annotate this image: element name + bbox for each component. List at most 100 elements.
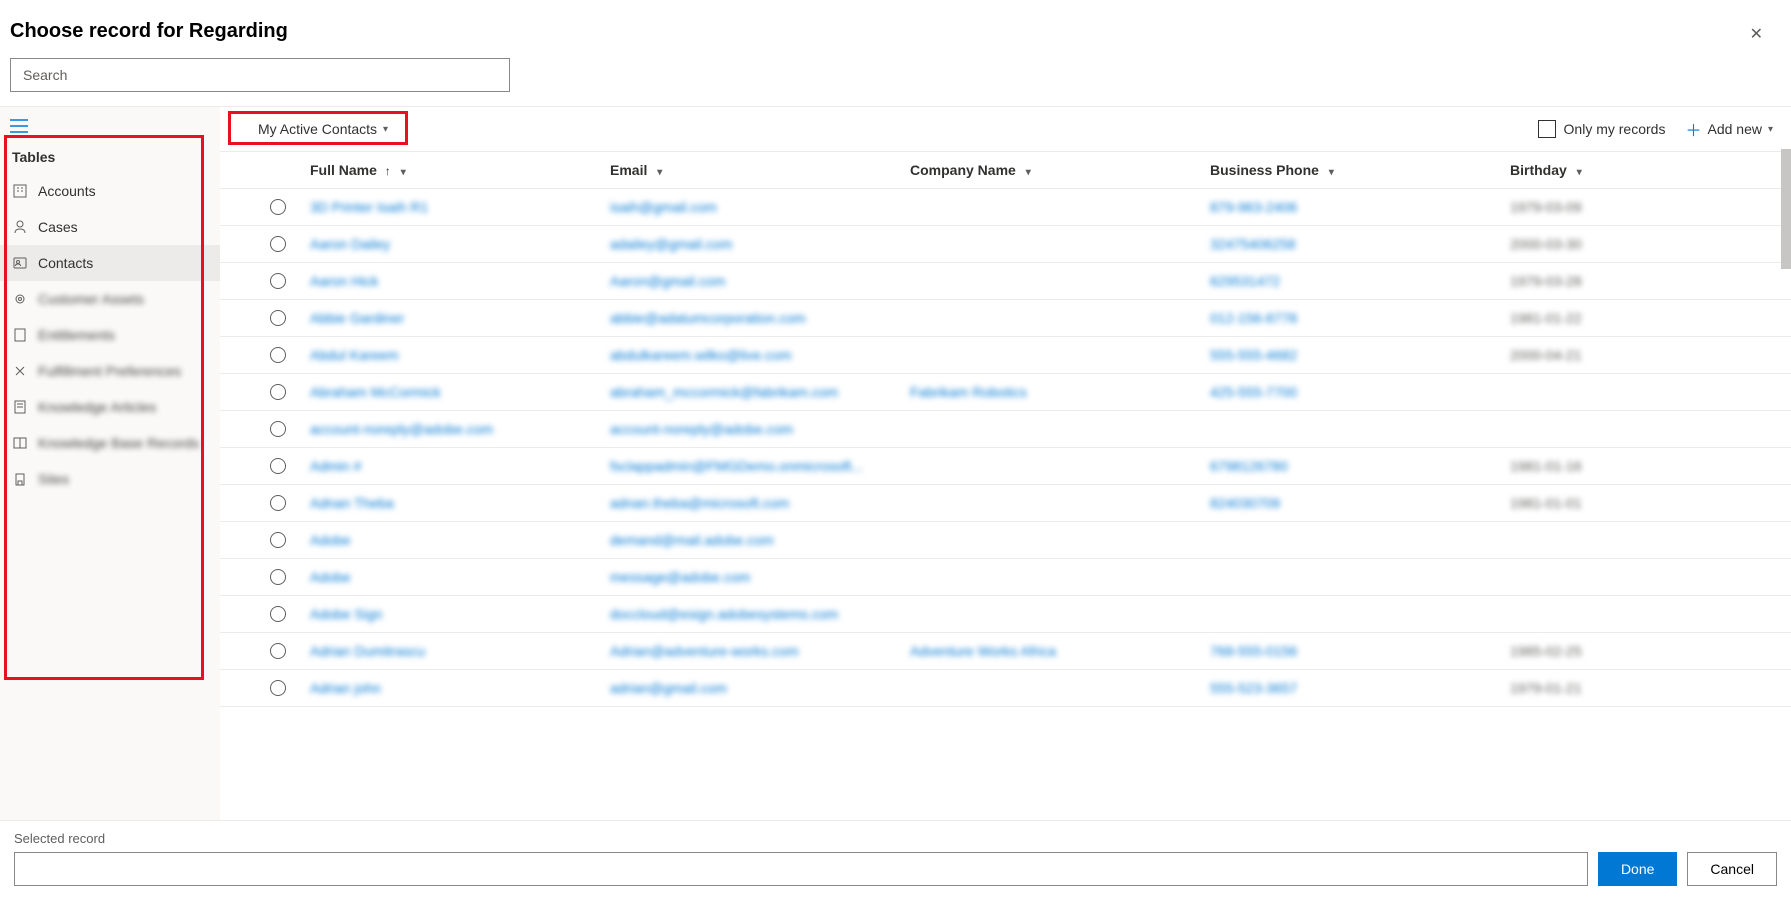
cell-email[interactable]: adrian@gmail.com — [610, 680, 727, 696]
cell-email[interactable]: abbie@adatumcorporation.com — [610, 310, 806, 326]
table-row[interactable]: Adobe message@adobe.com — [220, 559, 1791, 596]
cell-phone[interactable]: 768-555-0156 — [1210, 643, 1297, 659]
person-icon — [12, 219, 28, 235]
selected-record-input[interactable] — [14, 852, 1588, 886]
table-row[interactable]: Adobe Sign doccloud@esign.adobesystems.co… — [220, 596, 1791, 633]
sidebar-item-knowledge-base-records[interactable]: Knowledge Base Records — [0, 425, 220, 461]
column-header-email[interactable]: Email ▾ — [610, 162, 910, 178]
cell-fullname[interactable]: Adobe — [310, 569, 350, 585]
cell-email[interactable]: doccloud@esign.adobesystems.com — [610, 606, 838, 622]
table-row[interactable]: Adnan Theba adnan.theba@microsoft.com 8240… — [220, 485, 1791, 522]
cell-company[interactable]: Adventure Works Africa — [910, 643, 1056, 659]
sidebar-item-contacts[interactable]: Contacts — [0, 245, 220, 281]
sidebar-item-knowledge-articles[interactable]: Knowledge Articles — [0, 389, 220, 425]
table-row[interactable]: Adobe demand@mail.adobe.com — [220, 522, 1791, 559]
table-row[interactable]: Aaron Dailey adailey@gmail.com 32475406258… — [220, 226, 1791, 263]
cell-fullname[interactable]: Admin # — [310, 458, 361, 474]
cell-phone[interactable]: 555-555-4682 — [1210, 347, 1297, 363]
cell-email[interactable]: adailey@gmail.com — [610, 236, 732, 252]
cell-fullname[interactable]: Abbie Gardiner — [310, 310, 404, 326]
sidebar-item-fulfillment-preferences[interactable]: Fulfillment Preferences — [0, 353, 220, 389]
cancel-button[interactable]: Cancel — [1687, 852, 1777, 886]
cell-company[interactable]: Fabrikam Robotics — [910, 384, 1027, 400]
row-radio[interactable] — [270, 273, 286, 289]
table-row[interactable]: 3D Printer Isaih R1 isaih@gmail.com 879-96… — [220, 189, 1791, 226]
cell-fullname[interactable]: Aaron Hick — [310, 273, 378, 289]
done-button[interactable]: Done — [1598, 852, 1677, 886]
row-radio[interactable] — [270, 347, 286, 363]
column-header-fullname[interactable]: Full Name ↑ ▾ — [310, 162, 610, 178]
view-selector[interactable]: My Active Contacts ▾ — [250, 117, 396, 141]
sidebar-item-customer-assets[interactable]: Customer Assets — [0, 281, 220, 317]
cell-phone[interactable]: 425-555-7700 — [1210, 384, 1297, 400]
cell-fullname[interactable]: 3D Printer Isaih R1 — [310, 199, 428, 215]
cell-email[interactable]: abraham_mccormick@fabrikam.com — [610, 384, 838, 400]
row-radio[interactable] — [270, 495, 286, 511]
cell-fullname[interactable]: Aaron Dailey — [310, 236, 390, 252]
sidebar-item-cases[interactable]: Cases — [0, 209, 220, 245]
only-my-records-toggle[interactable]: Only my records — [1538, 120, 1666, 138]
scrollbar[interactable] — [1781, 149, 1791, 269]
add-new-button[interactable]: ＋ Add new ▾ — [1685, 117, 1773, 141]
cell-email[interactable]: abdulkareem.wilko@live.com — [610, 347, 792, 363]
table-row[interactable]: Abbie Gardiner abbie@adatumcorporation.co… — [220, 300, 1791, 337]
cell-phone[interactable]: 879-963-2406 — [1210, 199, 1297, 215]
table-row[interactable]: Adrian Dumitrascu Adrian@adventure-works.… — [220, 633, 1791, 670]
cell-email[interactable]: fsclappadmin@FMGDemo.onmicrosoft... — [610, 458, 863, 474]
cell-phone[interactable]: 6798126780 — [1210, 458, 1288, 474]
column-header-company[interactable]: Company Name ▾ — [910, 162, 1210, 178]
cell-fullname[interactable]: account-noreply@adobe.com — [310, 421, 493, 437]
footer-row: Done Cancel — [14, 852, 1777, 886]
cell-phone[interactable]: 824030709 — [1210, 495, 1280, 511]
cell-fullname[interactable]: Abdul Kareem — [310, 347, 399, 363]
table-row[interactable]: account-noreply@adobe.com account-noreply… — [220, 411, 1791, 448]
chevron-down-icon: ▾ — [657, 167, 662, 178]
cell-email[interactable]: Aaron@gmail.com — [610, 273, 725, 289]
sort-ascending-icon: ↑ — [385, 164, 391, 178]
row-radio[interactable] — [270, 310, 286, 326]
row-radio[interactable] — [270, 384, 286, 400]
row-radio[interactable] — [270, 680, 286, 696]
column-header-phone[interactable]: Business Phone ▾ — [1210, 162, 1510, 178]
kb-icon — [12, 435, 28, 451]
cell-email[interactable]: isaih@gmail.com — [610, 199, 717, 215]
row-radio[interactable] — [270, 199, 286, 215]
cell-fullname[interactable]: Adobe Sign — [310, 606, 382, 622]
sidebar-item-entitlements[interactable]: Entitlements — [0, 317, 220, 353]
cell-phone[interactable]: 32475406258 — [1210, 236, 1296, 252]
cell-email[interactable]: message@adobe.com — [610, 569, 750, 585]
table-row[interactable]: Adrian johnadrian@gmail.com555-523-36571… — [220, 670, 1791, 707]
table-row[interactable]: Abdul Kareem abdulkareem.wilko@live.com 55… — [220, 337, 1791, 374]
row-radio[interactable] — [270, 421, 286, 437]
cell-email[interactable]: demand@mail.adobe.com — [610, 532, 774, 548]
cell-email[interactable]: adnan.theba@microsoft.com — [610, 495, 789, 511]
cell-phone[interactable]: 629531472 — [1210, 273, 1280, 289]
row-radio[interactable] — [270, 643, 286, 659]
cell-email[interactable]: Adrian@adventure-works.com — [610, 643, 799, 659]
row-radio[interactable] — [270, 458, 286, 474]
cell-phone[interactable]: 555-523-3657 — [1210, 680, 1297, 696]
table-row[interactable]: Aaron HickAaron@gmail.com6295314721979-0… — [220, 263, 1791, 300]
row-radio[interactable] — [270, 606, 286, 622]
cell-fullname[interactable]: Adobe — [310, 532, 350, 548]
row-radio[interactable] — [270, 532, 286, 548]
column-header-birthday[interactable]: Birthday ▾ — [1510, 162, 1710, 178]
sidebar-item-label: Accounts — [38, 183, 96, 199]
close-icon[interactable]: ✕ — [1746, 20, 1767, 48]
table-row[interactable]: Admin # fsclappadmin@FMGDemo.onmicrosoft.… — [220, 448, 1791, 485]
sidebar-item-sites[interactable]: Sites — [0, 461, 220, 497]
search-input[interactable] — [10, 58, 510, 92]
row-radio[interactable] — [270, 236, 286, 252]
cell-fullname[interactable]: Adrian Dumitrascu — [310, 643, 425, 659]
chevron-down-icon: ▾ — [1329, 167, 1334, 178]
sidebar-item-accounts[interactable]: Accounts — [0, 173, 220, 209]
row-radio[interactable] — [270, 569, 286, 585]
cell-fullname[interactable]: Adrian john — [310, 680, 381, 696]
cell-fullname[interactable]: Adnan Theba — [310, 495, 394, 511]
dialog-body: Tables AccountsCasesContactsCustomer Ass… — [0, 106, 1791, 820]
table-row[interactable]: Abraham McCormick abraham_mccormick@fabri… — [220, 374, 1791, 411]
cell-fullname[interactable]: Abraham McCormick — [310, 384, 441, 400]
hamburger-icon[interactable] — [0, 115, 220, 139]
cell-email[interactable]: account-noreply@adobe.com — [610, 421, 793, 437]
cell-phone[interactable]: 012-156-8778 — [1210, 310, 1297, 326]
